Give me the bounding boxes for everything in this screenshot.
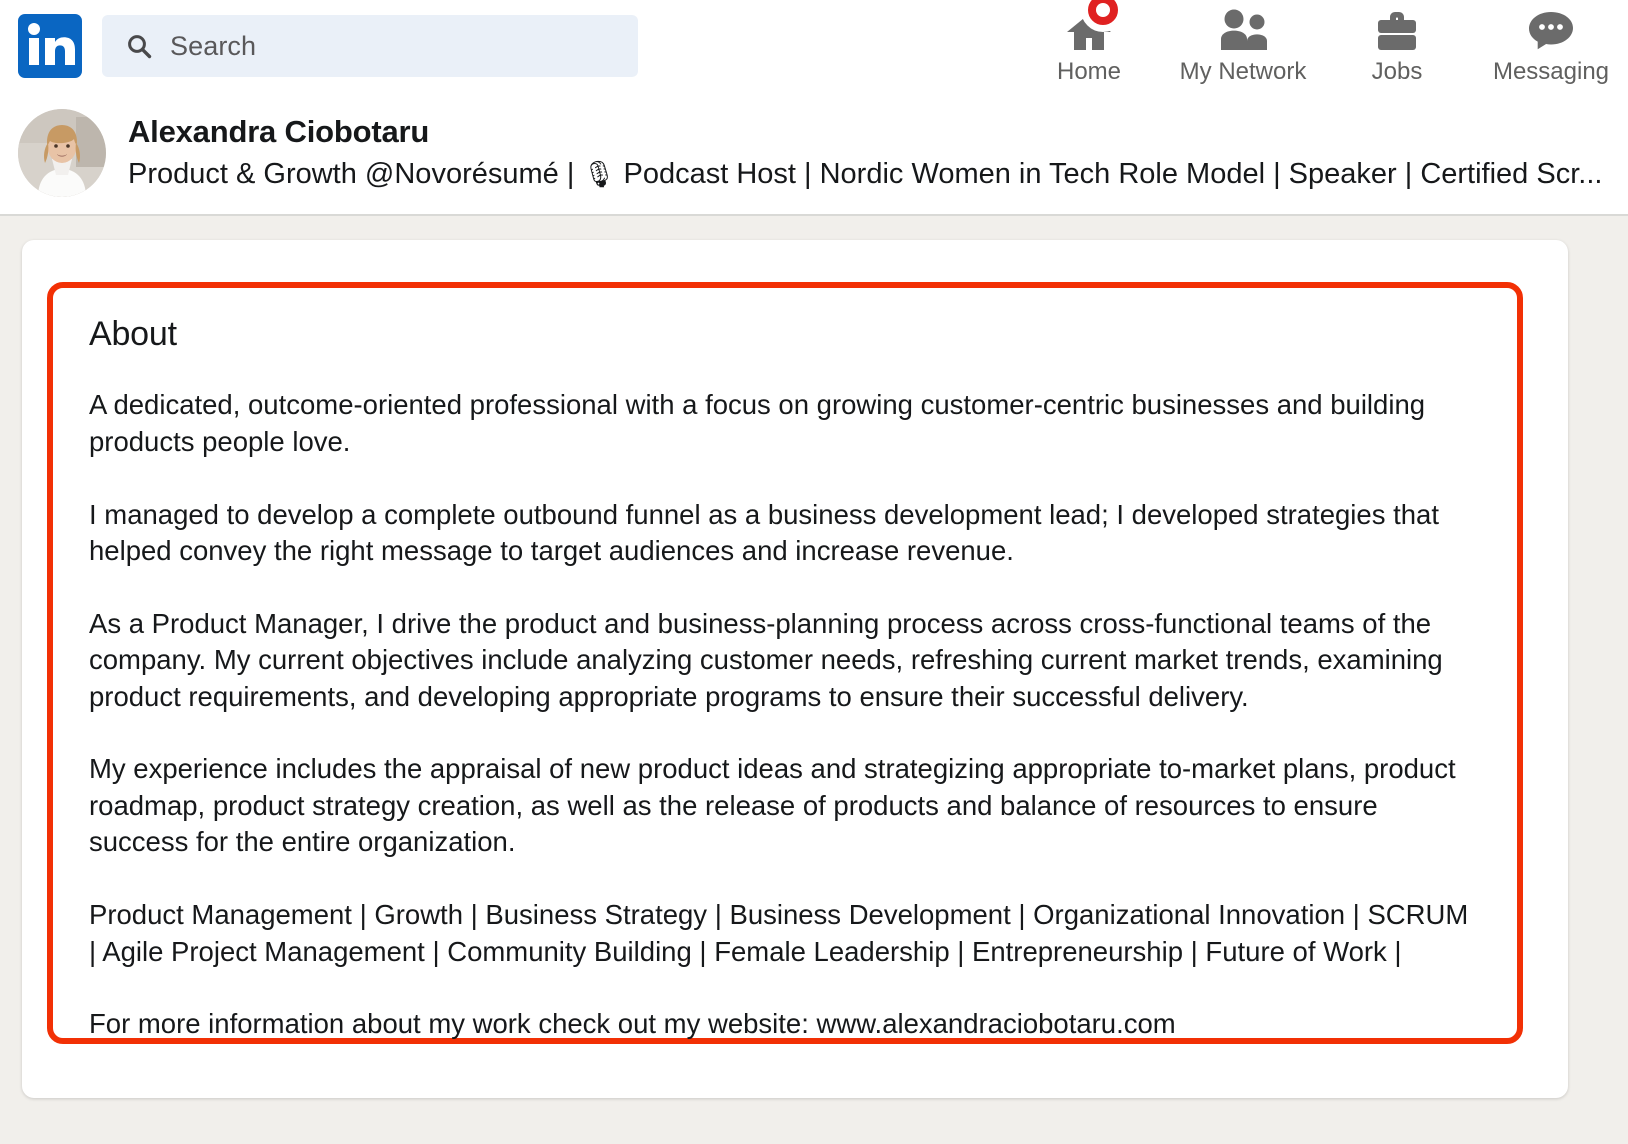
about-paragraph: As a Product Manager, I drive the produc… bbox=[89, 607, 1443, 712]
profile-headline-suffix: Podcast Host | Nordic Women in Tech Role… bbox=[615, 157, 1603, 190]
search-icon bbox=[126, 33, 152, 59]
profile-headline: Product & Growth @Novorésumé | 🎙 Podcast… bbox=[128, 156, 1608, 194]
nav-item-messaging[interactable]: Messaging bbox=[1474, 0, 1628, 92]
search-placeholder: Search bbox=[170, 30, 257, 61]
nav-item-my-network[interactable]: My Network bbox=[1166, 0, 1320, 92]
nav-item-jobs-label: Jobs bbox=[1371, 58, 1423, 85]
people-icon bbox=[1216, 4, 1270, 58]
nav-items: Home My Network Jobs Messaging bbox=[1012, 0, 1628, 92]
nav-item-home[interactable]: Home bbox=[1012, 0, 1166, 92]
about-highlight-box: About A dedicated, outcome-oriented prof… bbox=[47, 282, 1523, 1044]
about-card: About A dedicated, outcome-oriented prof… bbox=[22, 240, 1568, 1098]
nav-item-my-network-label: My Network bbox=[1179, 58, 1307, 85]
about-paragraph: I managed to develop a complete outbound… bbox=[89, 498, 1439, 567]
nav-item-jobs[interactable]: Jobs bbox=[1320, 0, 1474, 92]
profile-name: Alexandra Ciobotaru bbox=[128, 113, 430, 149]
nav-item-home-label: Home bbox=[1056, 58, 1122, 85]
about-website-line: For more information about my work check… bbox=[89, 1008, 1176, 1040]
home-icon bbox=[1063, 0, 1125, 58]
about-keywords: Product Management | Growth | Business S… bbox=[89, 899, 1469, 967]
about-paragraph: My experience includes the appraisal of … bbox=[89, 753, 1456, 858]
profile-text: Alexandra Ciobotaru Product & Growth @No… bbox=[128, 113, 1628, 193]
about-paragraph: A dedicated, outcome-oriented profession… bbox=[89, 389, 1426, 457]
message-bubble-icon bbox=[1526, 4, 1576, 58]
briefcase-icon bbox=[1373, 4, 1421, 58]
about-section-title: About bbox=[89, 315, 177, 353]
nav-item-messaging-label: Messaging bbox=[1492, 58, 1610, 85]
linkedin-logo[interactable] bbox=[18, 14, 82, 78]
about-body: A dedicated, outcome-oriented profession… bbox=[89, 387, 1481, 1042]
search-field[interactable]: Search bbox=[102, 15, 638, 77]
profile-headline-prefix: Product & Growth @Novorésumé | bbox=[128, 157, 583, 190]
avatar[interactable] bbox=[18, 109, 106, 197]
profile-header[interactable]: Alexandra Ciobotaru Product & Growth @No… bbox=[0, 92, 1628, 216]
top-navigation-bar: Search Home My Network Jobs Messaging bbox=[0, 0, 1628, 92]
microphone-emoji-icon: 🎙 bbox=[582, 158, 616, 189]
